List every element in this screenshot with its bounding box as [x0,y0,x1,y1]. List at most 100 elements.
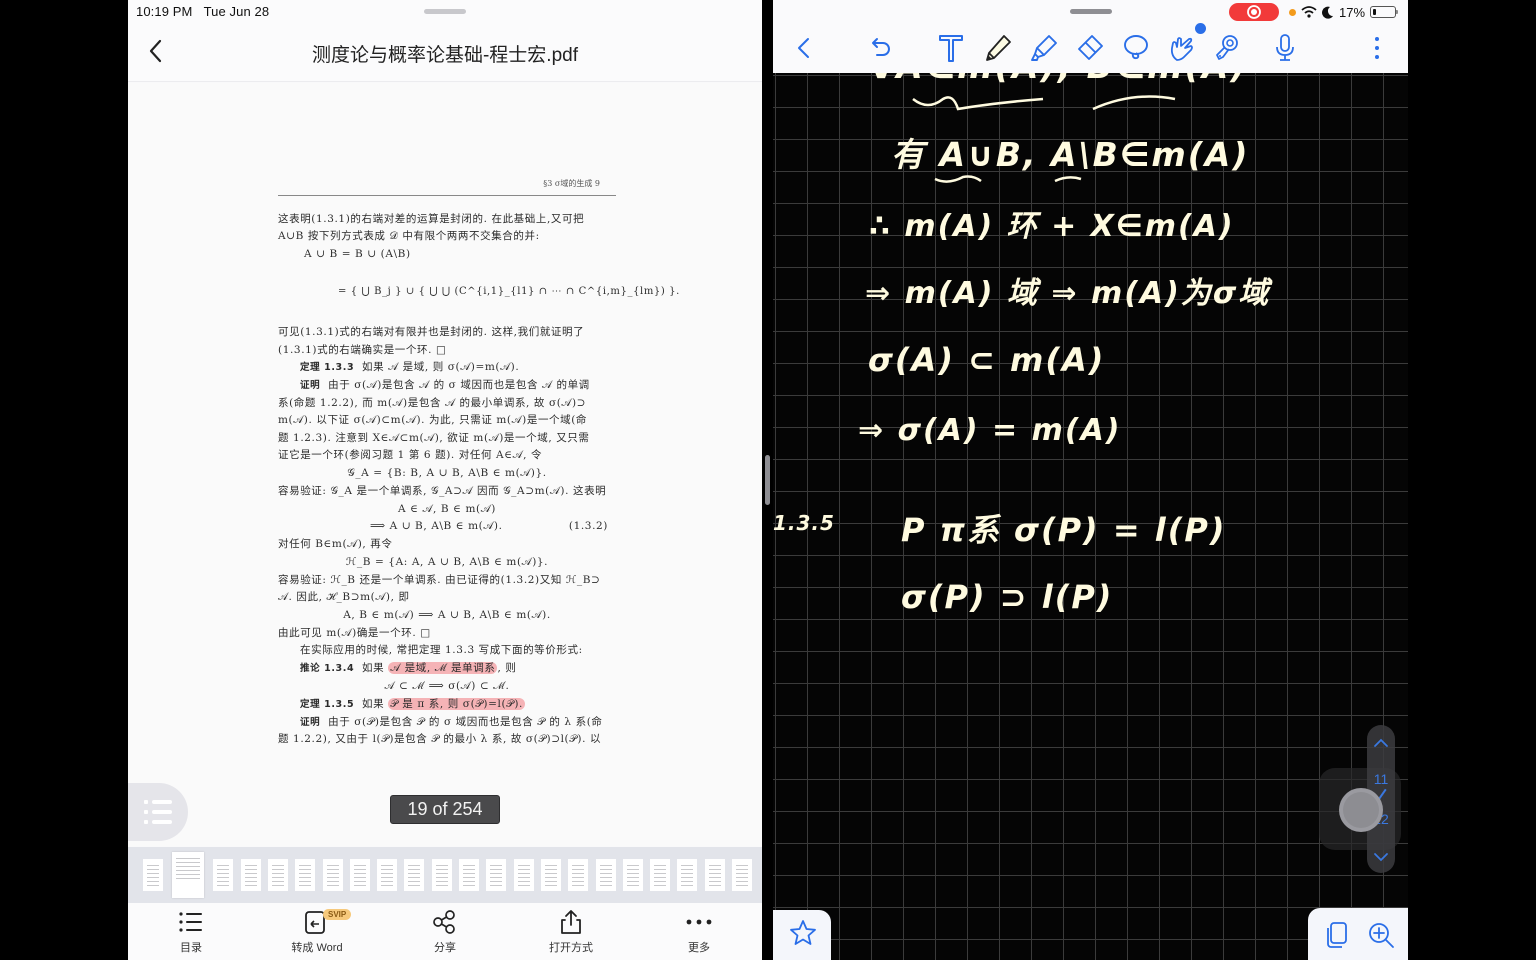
status-time-date: 10:19 PM Tue Jun 28 [136,4,270,19]
handwriting-line: σ(A) ⊂ m(A) [868,341,1106,379]
page-thumbnail[interactable] [540,859,561,891]
page-tools-tab [1308,908,1408,960]
text-line: 𝒜. 因此, ℋ_B⊃m(𝒜), 即 [278,591,410,603]
open-with-button[interactable]: 打开方式 [521,909,621,955]
toc-button[interactable]: 目录 [141,909,241,955]
page-thumbnail[interactable] [213,859,234,891]
text-line: 在实际应用的时候, 常把定理 1.3.3 写成下面的等价形式: [300,644,583,656]
page-thumbnail[interactable] [240,859,261,891]
theorem-line: 定理 1.3.5 如果 𝒫 是 π 系, 则 σ(𝒫)=l(𝒫). [300,698,525,710]
text-line: 可见(1.3.1)式的右端对有限并也是封闭的. 这样,我们就证明了 [278,326,585,338]
wifi-icon [1301,6,1317,18]
highlight-annotation[interactable]: 𝒜 是域, ℳ 是单调系 [388,662,498,674]
page-thumbnail[interactable] [431,859,452,891]
theorem-label: 定理 1.3.3 [300,362,355,373]
page-thumbnail[interactable] [349,859,370,891]
more-options-button[interactable] [1360,31,1394,65]
favorite-button[interactable] [773,910,831,960]
notes-canvas[interactable]: ∀A∈m(A), B∈m(A) 有 A∪B, A\B∈m(A) ∴ m(A) 环… [773,47,1408,960]
multitasking-grabber[interactable] [424,9,466,14]
microphone-button[interactable] [1268,31,1302,65]
active-tool-indicator [1195,23,1206,34]
more-icon [685,909,713,935]
proof-label: 证明 [300,717,321,728]
text-line: 题 1.2.2), 又由于 l(𝒫)是包含 𝒫 的最小 λ 系, 故 σ(𝒫)⊃… [278,733,602,745]
pdf-viewer-pane: 10:19 PM Tue Jun 28 测度论与概率论基础-程士宏.pdf §3… [128,0,762,960]
page-thumbnail[interactable] [568,859,589,891]
document-viewport[interactable]: §3 σ域的生成 9 这表明(1.3.1)的右端对差的运算是封闭的. 在此基础上… [128,83,762,846]
equation-line: A, B ∈ m(𝒜) ⟹ A ∪ B, A\B ∈ m(𝒜). [343,609,551,621]
page-thumbnail[interactable] [322,859,343,891]
text-line: 对任何 B∈m(𝒜), 再令 [278,538,393,550]
pdf-header: 10:19 PM Tue Jun 28 测度论与概率论基础-程士宏.pdf [128,0,762,82]
share-button[interactable]: 分享 [395,909,495,955]
more-vertical-icon [1375,37,1379,59]
text-line: 题 1.2.3). 注意到 X∈𝒜⊂m(𝒜), 欲证 m(𝒜)是一个域, 又只需 [278,432,590,444]
pen-tool[interactable] [981,31,1015,65]
text-line: 容易验证: 𝒢_A 是一个单调系, 𝒢_A⊃𝒜 因而 𝒢_A⊃m(𝒜). 这表明 [278,485,607,497]
floating-toc-button[interactable] [128,783,188,841]
text-line: m(𝒜). 以下证 σ(𝒜)⊂m(𝒜). 为此, 只需证 m(𝒜)是一个域(命 [278,414,588,426]
equation-line: ⟹ A ∪ B, A\B ∈ m(𝒜). (1.3.2) [370,520,608,532]
laser-pointer-tool[interactable] [1209,31,1243,65]
lasso-tool-icon [1124,35,1148,60]
pdf-bottom-toolbar: 目录 SVIP 转成 Word 分享 打开方式 更多 [128,903,762,960]
handwriting-line: ⇒ m(A) 域 ⇒ m(A)为σ域 [865,276,1271,311]
text-line: 容易验证: ℋ_B 还是一个单调系. 由已证得的(1.3.2)又知 ℋ_B⊃ [278,574,601,586]
notes-back-button[interactable] [787,31,821,65]
page-thumbnail[interactable] [459,859,479,891]
convert-word-icon: SVIP [303,909,352,935]
corollary-label: 推论 1.3.4 [300,663,355,674]
lasso-tool[interactable] [1119,31,1153,65]
proof-label: 证明 [300,380,321,391]
eraser-tool[interactable] [1073,31,1107,65]
text-tool[interactable] [934,31,968,65]
text-line: 系(命题 1.2.2), 而 m(𝒜)是包含 𝒜 的最小单调系, 故 σ(𝒜)⊃ [278,397,587,409]
page-thumbnail[interactable] [622,859,643,891]
hand-touch-tool[interactable] [1165,31,1199,65]
highlight-annotation[interactable]: 𝒫 是 π 系, 则 σ(𝒫)=l(𝒫). [388,698,525,710]
text-tool-icon [939,35,963,62]
page-thumbnail-current[interactable] [172,852,204,898]
highlighter-tool[interactable] [1027,31,1061,65]
page-scrubber-knob[interactable] [1339,788,1383,832]
page-thumbnail[interactable] [595,859,616,891]
page-thumbnail[interactable] [143,859,163,891]
battery-icon [1370,6,1399,18]
undo-button[interactable] [864,31,898,65]
page-thumbnail[interactable] [732,859,752,891]
corollary-line: 推论 1.3.4 如果 𝒜 是域, ℳ 是单调系, 则 [300,662,517,674]
page-thumbnail[interactable] [295,859,316,891]
page-thumbnail[interactable] [404,859,425,891]
split-screen: 10:19 PM Tue Jun 28 测度论与概率论基础-程士宏.pdf §3… [0,0,1536,960]
multitasking-grabber[interactable] [1070,9,1112,14]
chevron-down-icon[interactable] [1367,845,1395,869]
page-thumbnail[interactable] [650,859,671,891]
page-thumbnail[interactable] [704,859,725,891]
moon-icon [1322,6,1333,19]
star-icon [790,920,816,945]
list-icon [144,800,172,824]
text-line: 证它是一个环(参阅习题 1 第 6 题). 对任何 A∈𝒜, 令 [278,449,543,461]
page-thumbnail-strip[interactable] [128,847,762,903]
list-icon [177,909,205,935]
zoom-in-icon[interactable] [1366,920,1396,950]
page-thumbnail[interactable] [267,859,288,891]
handwriting-line: σ(P) ⊃ l(P) [901,578,1114,616]
screen-recording-indicator[interactable] [1229,3,1279,21]
convert-to-word-button[interactable]: SVIP 转成 Word [267,909,367,955]
microphone-icon [1276,34,1294,61]
highlighter-tool-icon [1031,35,1057,61]
page-thumbnail[interactable] [513,859,534,891]
page-thumbnail[interactable] [486,859,507,891]
svip-badge: SVIP [323,909,352,920]
chevron-up-icon[interactable] [1367,731,1395,755]
page-thumbnail[interactable] [677,859,698,891]
pages-icon[interactable] [1322,920,1352,950]
more-button[interactable]: 更多 [649,909,749,955]
theorem-line: 定理 1.3.3 如果 𝒜 是域, 则 σ(𝒜)=m(𝒜). [300,361,520,373]
split-resize-handle[interactable] [765,455,770,505]
page-thumbnail[interactable] [377,859,398,891]
equation-line: A ∈ 𝒜, B ∈ m(𝒜) [398,503,496,515]
pen-tool-icon [986,35,1011,61]
